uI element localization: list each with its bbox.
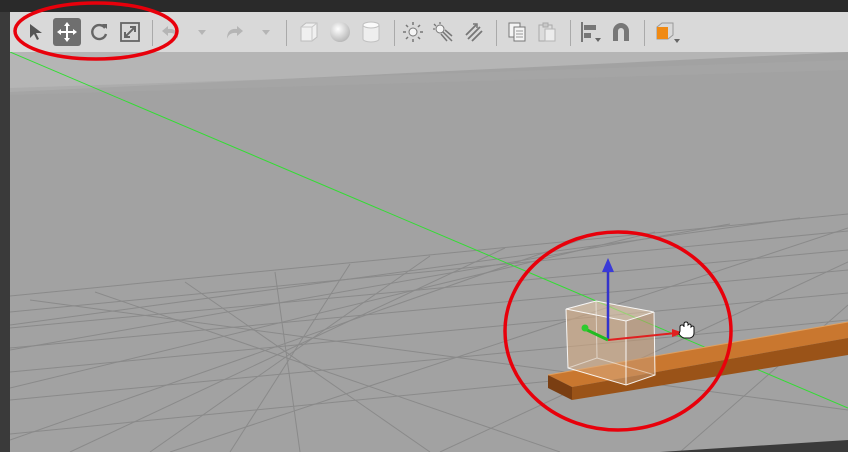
ground-plane <box>10 52 848 452</box>
copy-button[interactable] <box>504 18 530 46</box>
left-panel-edge <box>0 12 10 452</box>
view-angle-icon <box>656 22 680 43</box>
toolbar-separator <box>394 20 395 46</box>
snap-magnet-icon <box>613 23 629 41</box>
sphere-shape-icon <box>330 22 350 42</box>
insert-box-button[interactable] <box>294 18 322 46</box>
snap-button[interactable] <box>608 18 634 46</box>
rotate-mode-icon <box>91 23 108 41</box>
align-button[interactable] <box>577 18 605 46</box>
insert-directional-light-button[interactable] <box>460 18 486 46</box>
translate-mode-button[interactable] <box>53 18 81 46</box>
toolbar-separator <box>286 20 287 46</box>
translate-mode-icon <box>57 22 77 42</box>
redo-history-dropdown-icon <box>262 30 270 35</box>
point-light-icon <box>403 22 423 42</box>
3d-viewport[interactable] <box>10 52 848 452</box>
insert-spot-light-button[interactable] <box>430 18 456 46</box>
paste-icon <box>538 22 556 42</box>
select-mode-button[interactable] <box>24 18 50 46</box>
toolbar-separator <box>644 20 645 46</box>
spot-light-icon <box>433 22 453 42</box>
paste-button[interactable] <box>534 18 560 46</box>
gizmo-y-handle[interactable] <box>581 324 589 332</box>
directional-light-icon <box>465 23 483 42</box>
undo-history-dropdown-icon <box>198 30 206 35</box>
view-angle-button[interactable] <box>650 18 682 46</box>
copy-icon <box>508 22 526 42</box>
align-icon <box>581 22 601 42</box>
scale-mode-icon <box>120 22 140 42</box>
redo-history-dropdown[interactable] <box>260 18 272 46</box>
toolbar-separator <box>152 20 153 46</box>
toolbar-separator <box>570 20 571 46</box>
toolbar <box>10 12 848 53</box>
redo-icon <box>227 26 243 39</box>
cylinder-shape-icon <box>362 21 380 43</box>
rotate-mode-button[interactable] <box>86 18 112 46</box>
window-top-bar <box>0 0 848 12</box>
insert-point-light-button[interactable] <box>400 18 426 46</box>
undo-icon <box>162 26 178 39</box>
undo-history-dropdown[interactable] <box>196 18 208 46</box>
redo-button[interactable] <box>221 18 247 46</box>
box-shape-icon <box>300 22 318 42</box>
toolbar-separator <box>496 20 497 46</box>
undo-button[interactable] <box>158 18 184 46</box>
insert-cylinder-button[interactable] <box>358 18 384 46</box>
select-mode-icon <box>30 24 42 40</box>
scale-mode-button[interactable] <box>117 18 143 46</box>
insert-sphere-button[interactable] <box>326 18 354 46</box>
